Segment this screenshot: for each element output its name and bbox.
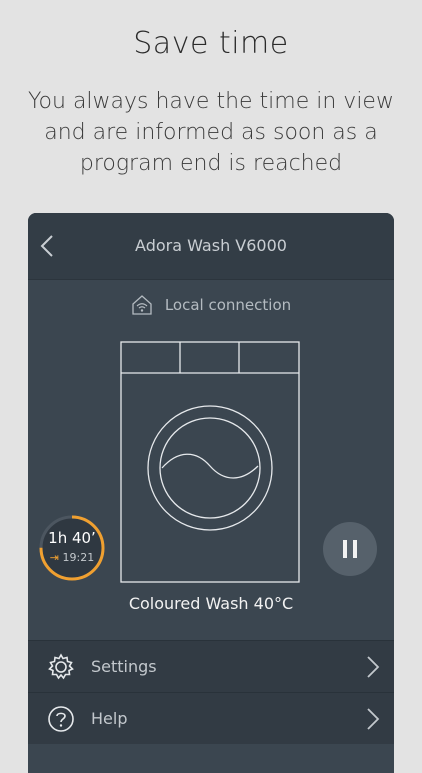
pause-icon (343, 540, 357, 558)
time-remaining: 1h 40’ (48, 529, 96, 547)
connection-status: Local connection (28, 293, 394, 317)
end-arrow-icon: ⇥ (49, 551, 59, 564)
menu-item-help[interactable]: Help (28, 692, 394, 744)
connection-label: Local connection (164, 296, 292, 314)
chevron-right-icon (367, 708, 380, 730)
app-screen: Adora Wash V6000 Local connection 1h 40’ (28, 213, 394, 773)
home-wifi-icon (132, 295, 152, 315)
washing-machine-icon (120, 341, 300, 583)
end-time-label: ⇥ 19:21 (38, 551, 106, 564)
help-label: Help (91, 709, 128, 728)
back-chevron-icon[interactable] (38, 231, 58, 261)
subline: You always have the time in view and are… (28, 89, 394, 176)
end-time: 19:21 (62, 551, 95, 564)
question-icon (48, 706, 74, 732)
gear-icon (48, 653, 74, 680)
timer-ring (39, 515, 105, 581)
app-title: Adora Wash V6000 (135, 236, 287, 255)
chevron-right-icon (367, 656, 380, 678)
headline: Save time (133, 26, 289, 61)
program-name: Coloured Wash 40°C (128, 594, 294, 613)
app-bar: Adora Wash V6000 (28, 213, 394, 280)
pause-button[interactable] (323, 522, 377, 576)
settings-label: Settings (91, 657, 157, 676)
menu-list: Settings Help (28, 640, 394, 744)
menu-item-settings[interactable]: Settings (28, 640, 394, 692)
